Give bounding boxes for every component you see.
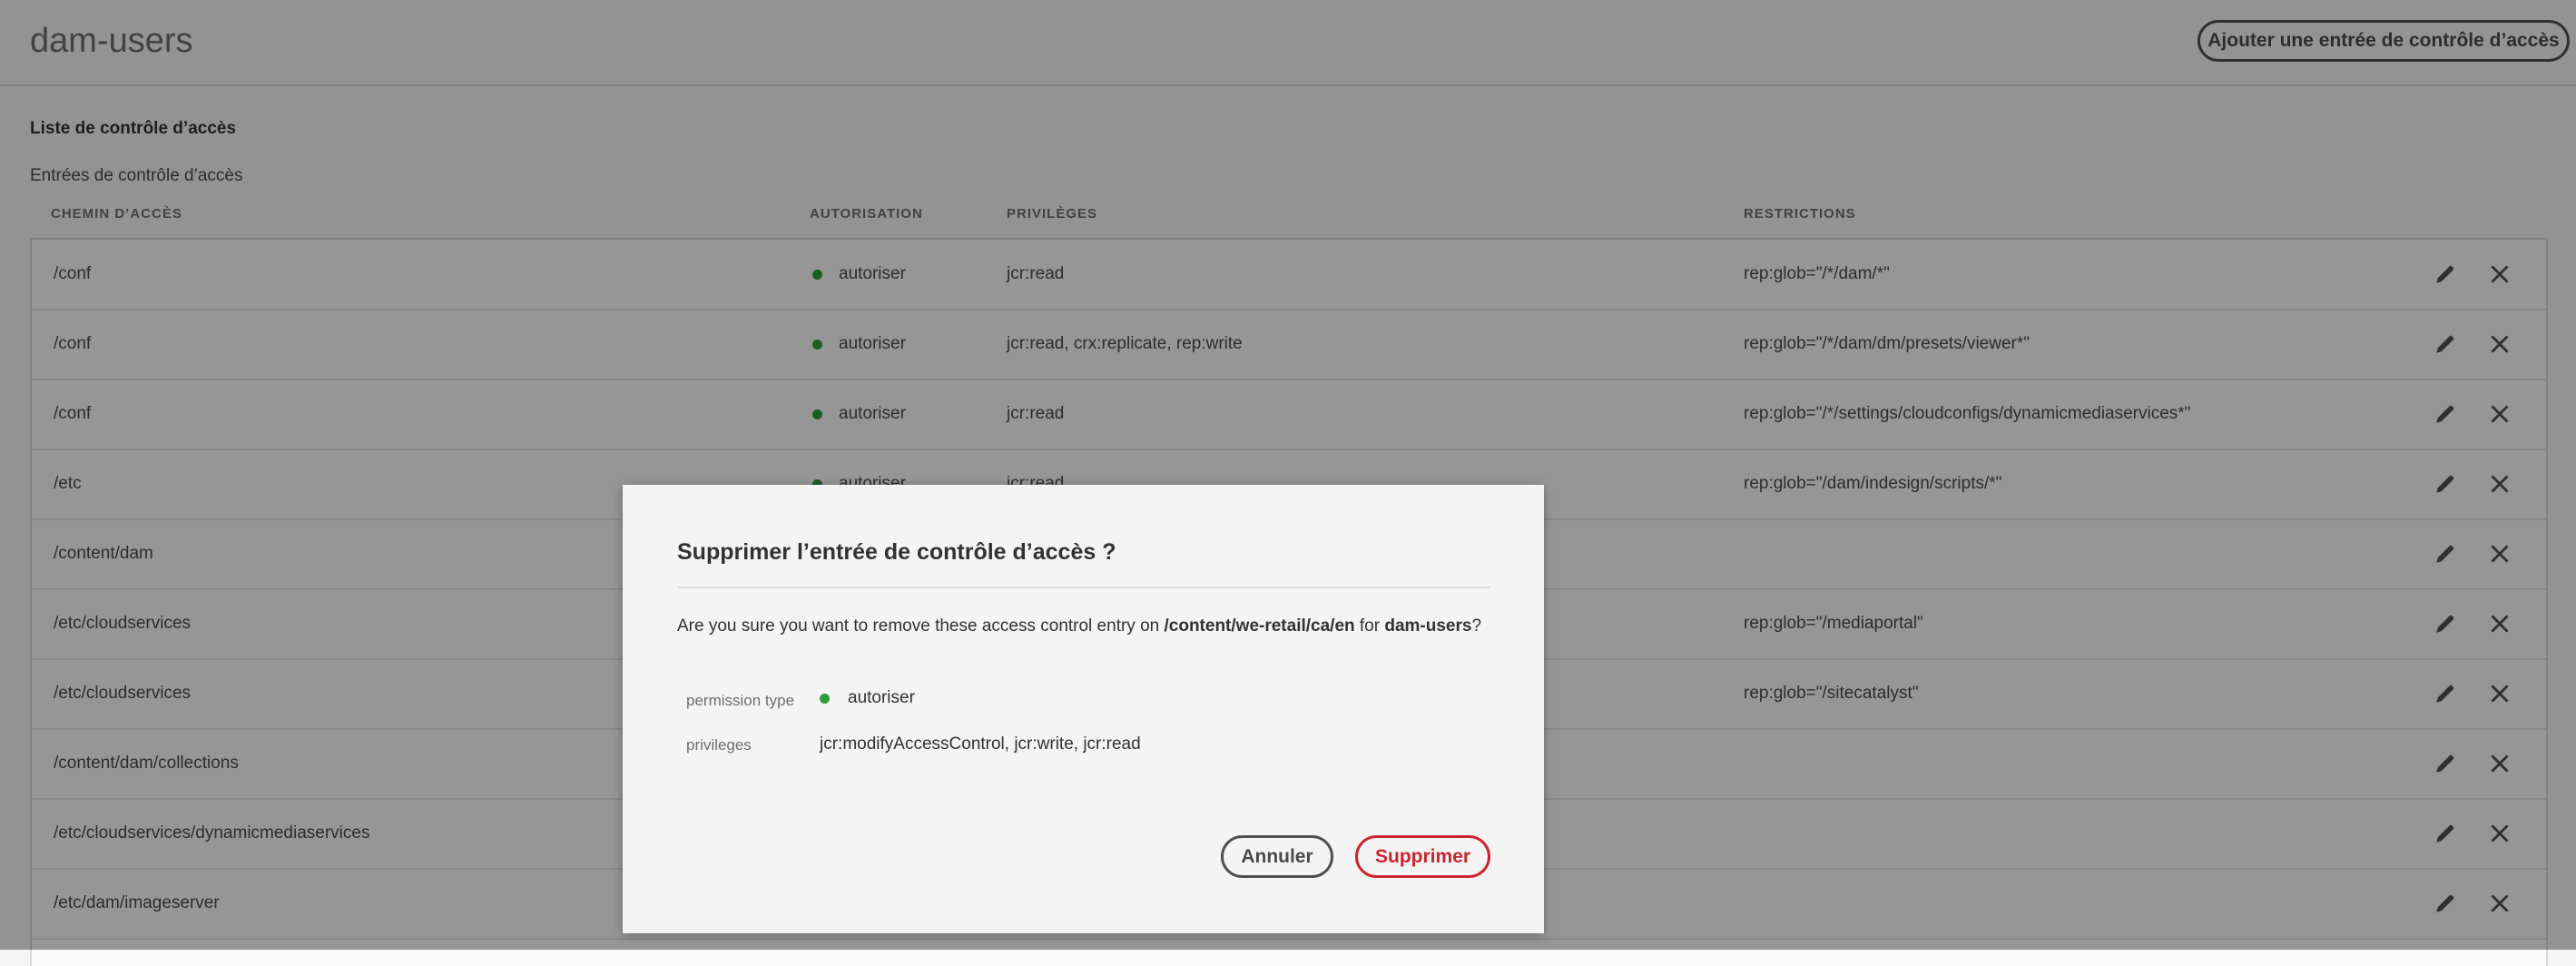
dialog-message-mid: for: [1354, 616, 1385, 636]
permission-type-label: permission type: [686, 692, 795, 709]
dialog-message-path: /content/we-retail/ca/en: [1164, 616, 1355, 636]
dialog-message-suffix: ?: [1471, 616, 1482, 636]
privileges-value: jcr:modifyAccessControl, jcr:write, jcr:…: [820, 734, 1141, 754]
delete-ace-dialog: Supprimer l’entrée de contrôle d’accès ?…: [623, 485, 1544, 933]
dialog-title: Supprimer l’entrée de contrôle d’accès ?: [677, 539, 1116, 565]
dialog-divider: [677, 586, 1490, 588]
delete-button[interactable]: Supprimer: [1355, 835, 1490, 878]
dialog-message: Are you sure you want to remove these ac…: [677, 616, 1481, 636]
dialog-message-user: dam-users: [1384, 616, 1472, 636]
allow-status-dot: [820, 693, 830, 704]
dialog-message-prefix: Are you sure you want to remove these ac…: [677, 616, 1165, 636]
cancel-button[interactable]: Annuler: [1221, 835, 1333, 878]
privileges-label: privileges: [686, 736, 752, 754]
permission-type-value: autoriser: [820, 688, 915, 708]
permission-type-text: autoriser: [848, 688, 915, 707]
